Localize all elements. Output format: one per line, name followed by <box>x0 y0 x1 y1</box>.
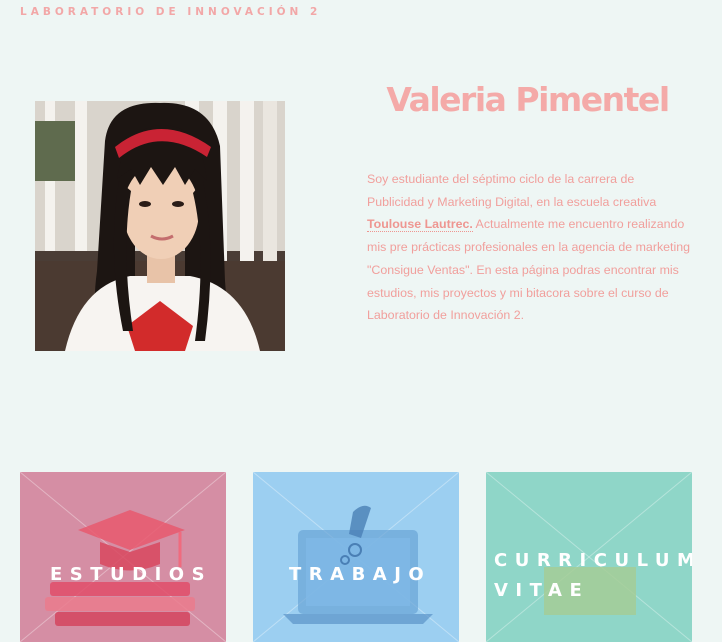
card-estudios[interactable]: ESTUDIOS <box>20 472 226 642</box>
card-trabajo[interactable]: TRABAJO <box>253 472 459 642</box>
bio-text-2: Actualmente me encuentro realizando mis … <box>367 217 691 323</box>
profile-name: Valeria Pimentel <box>386 80 670 119</box>
site-title[interactable]: LABORATORIO DE INNOVACIÓN 2 <box>20 6 321 18</box>
profile-bio: Soy estudiante del séptimo ciclo de la c… <box>367 168 692 327</box>
graduation-cap-books-icon <box>45 510 195 626</box>
school-link[interactable]: Toulouse Lautrec. <box>367 217 473 233</box>
card-curriculum-vitae-label: CURRICULUM VITAE <box>494 546 692 606</box>
card-estudios-label: ESTUDIOS <box>50 564 213 585</box>
card-cv-label-line2: VITAE <box>494 580 590 601</box>
card-curriculum-vitae[interactable]: CURRICULUM VITAE <box>486 472 692 642</box>
bio-text-1: Soy estudiante del séptimo ciclo de la c… <box>367 172 657 209</box>
profile-photo <box>35 101 285 351</box>
card-cv-label-line1: CURRICULUM <box>494 550 692 571</box>
card-trabajo-label: TRABAJO <box>289 564 432 585</box>
laptop-rocket-icon <box>283 505 433 624</box>
